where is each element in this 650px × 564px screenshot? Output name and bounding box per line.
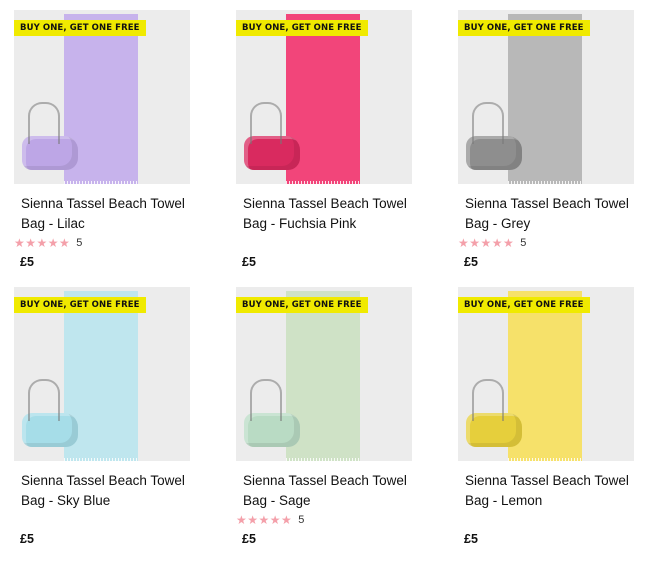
promo-badge: BUY ONE, GET ONE FREE xyxy=(458,297,590,313)
product-price: £5 xyxy=(20,532,34,546)
product-rating xyxy=(236,234,412,252)
rating-count: 5 xyxy=(76,237,83,249)
promo-badge: BUY ONE, GET ONE FREE xyxy=(14,297,146,313)
product-card-lilac[interactable]: BUY ONE, GET ONE FREE Sienna Tassel Beac… xyxy=(14,10,190,269)
rating-stars-icon: ★★★★★ xyxy=(14,236,71,250)
product-rating: ★★★★★ 5 xyxy=(458,234,634,252)
product-image[interactable]: BUY ONE, GET ONE FREE xyxy=(236,287,412,461)
rating-stars-icon: ★★★★★ xyxy=(236,513,293,527)
rating-count: 5 xyxy=(298,514,305,526)
product-image[interactable]: BUY ONE, GET ONE FREE xyxy=(458,287,634,461)
product-rating xyxy=(458,511,634,529)
product-card-fuchsia-pink[interactable]: BUY ONE, GET ONE FREE Sienna Tassel Beac… xyxy=(236,10,412,269)
rolled-towel-image xyxy=(244,102,300,170)
product-price: £5 xyxy=(464,255,478,269)
rating-stars-icon: ★★★★★ xyxy=(458,236,515,250)
promo-badge: BUY ONE, GET ONE FREE xyxy=(14,20,146,36)
product-rating: ★★★★★ 5 xyxy=(14,234,190,252)
product-rating: ★★★★★ 5 xyxy=(236,511,412,529)
product-price: £5 xyxy=(242,532,256,546)
product-image[interactable]: BUY ONE, GET ONE FREE xyxy=(14,287,190,461)
product-image[interactable]: BUY ONE, GET ONE FREE xyxy=(458,10,634,184)
product-title[interactable]: Sienna Tassel Beach Towel Bag - Grey xyxy=(458,194,634,234)
rolled-towel-image xyxy=(22,379,78,447)
product-rating xyxy=(14,511,190,529)
rolled-towel-image xyxy=(244,379,300,447)
product-price: £5 xyxy=(464,532,478,546)
product-title[interactable]: Sienna Tassel Beach Towel Bag - Fuchsia … xyxy=(236,194,412,234)
product-price: £5 xyxy=(242,255,256,269)
product-card-grey[interactable]: BUY ONE, GET ONE FREE Sienna Tassel Beac… xyxy=(458,10,634,269)
promo-badge: BUY ONE, GET ONE FREE xyxy=(236,297,368,313)
product-image[interactable]: BUY ONE, GET ONE FREE xyxy=(236,10,412,184)
rolled-towel-image xyxy=(466,102,522,170)
product-title[interactable]: Sienna Tassel Beach Towel Bag - Lilac xyxy=(14,194,190,234)
product-card-lemon[interactable]: BUY ONE, GET ONE FREE Sienna Tassel Beac… xyxy=(458,287,634,546)
promo-badge: BUY ONE, GET ONE FREE xyxy=(236,20,368,36)
rolled-towel-image xyxy=(22,102,78,170)
product-card-sky-blue[interactable]: BUY ONE, GET ONE FREE Sienna Tassel Beac… xyxy=(14,287,190,546)
product-title[interactable]: Sienna Tassel Beach Towel Bag - Sage xyxy=(236,471,412,511)
product-grid: BUY ONE, GET ONE FREE Sienna Tassel Beac… xyxy=(0,0,650,564)
product-title[interactable]: Sienna Tassel Beach Towel Bag - Lemon xyxy=(458,471,634,511)
rolled-towel-image xyxy=(466,379,522,447)
rating-count: 5 xyxy=(520,237,527,249)
promo-badge: BUY ONE, GET ONE FREE xyxy=(458,20,590,36)
product-price: £5 xyxy=(20,255,34,269)
product-image[interactable]: BUY ONE, GET ONE FREE xyxy=(14,10,190,184)
product-title[interactable]: Sienna Tassel Beach Towel Bag - Sky Blue xyxy=(14,471,190,511)
product-card-sage[interactable]: BUY ONE, GET ONE FREE Sienna Tassel Beac… xyxy=(236,287,412,546)
